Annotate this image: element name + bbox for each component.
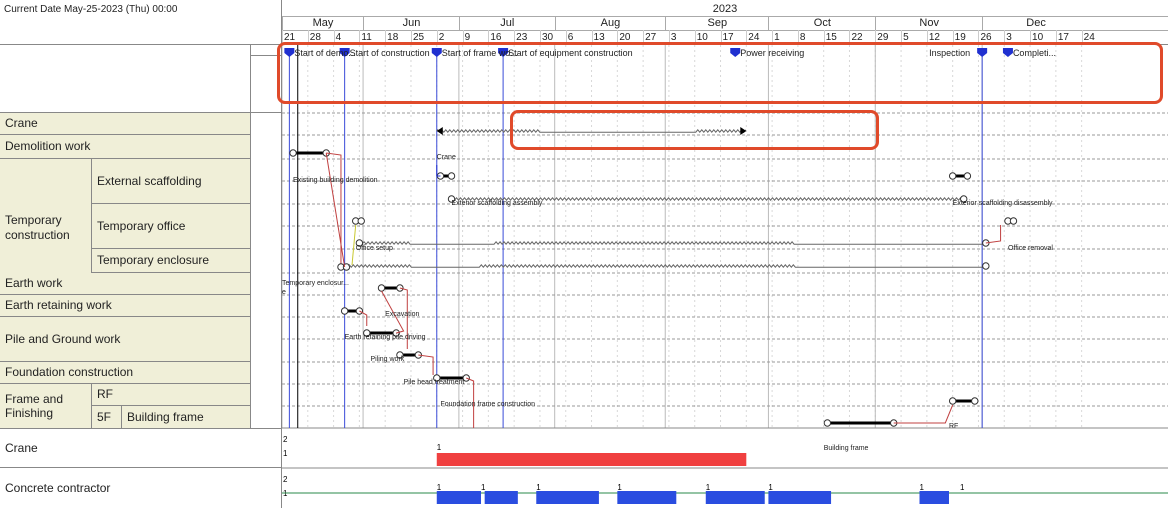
- gantt-app: Current Date May-25-2023 (Thu) 00:00 202…: [0, 0, 1168, 508]
- row-label-office[interactable]: Temporary office: [92, 204, 250, 249]
- task-node: [392, 329, 400, 337]
- dependency-arrow: [418, 354, 434, 375]
- row-label-frame[interactable]: Frame and Finishing: [0, 384, 92, 428]
- resource-tick: 1: [283, 449, 288, 458]
- resource-bar-label: 1: [768, 483, 773, 492]
- row-label-foundation[interactable]: Foundation construction: [0, 362, 250, 384]
- resource-bar: [768, 491, 832, 504]
- resource-bar-label: 1: [437, 483, 442, 492]
- timeline-header: 2023 May Jun Jul Aug Sep Oct Nov Dec 21 28 4 11 18 2…: [282, 0, 1168, 45]
- resource-tick: 2: [283, 435, 288, 444]
- resource-bar: [436, 453, 747, 466]
- task-node: [363, 329, 371, 337]
- row-label-enclosure[interactable]: Temporary enclosure: [92, 249, 250, 273]
- task-node: [340, 307, 349, 315]
- task-node: [377, 284, 386, 292]
- task-node: [355, 239, 364, 247]
- current-date: Current Date May-25-2023 (Thu) 00:00: [4, 4, 178, 15]
- resource-bar: [705, 491, 765, 504]
- month-sep: Sep: [665, 16, 768, 30]
- resource-bar-label: 1: [617, 483, 622, 492]
- task-node: [447, 172, 456, 180]
- resource-bar-label: 1: [536, 483, 541, 492]
- row-label-earth[interactable]: Earth work: [0, 273, 250, 295]
- resource-bar: [484, 491, 518, 504]
- month-may: May: [282, 16, 363, 30]
- row-label-demolition[interactable]: Demolition work: [0, 135, 250, 159]
- crane-highlight: [510, 110, 879, 150]
- task-node: [823, 419, 832, 427]
- year-label: 2023: [712, 3, 738, 15]
- task-node: [433, 374, 441, 382]
- task-node: [948, 397, 957, 405]
- task-node: [289, 149, 297, 157]
- resource-bar-label: 1: [920, 483, 925, 492]
- task-node: [447, 195, 456, 203]
- row-label-table: Crane Demolition work Temporary construc…: [0, 45, 282, 428]
- task-node: [357, 217, 365, 225]
- dependency-arrow: [325, 152, 346, 268]
- float-line: [347, 264, 986, 268]
- month-jul: Jul: [458, 16, 555, 30]
- dependency-arrow: [399, 287, 408, 349]
- task-node: [1009, 217, 1018, 225]
- task-node: [982, 262, 990, 270]
- resource-bar-label: 1: [706, 483, 711, 492]
- resource-label-concrete[interactable]: Concrete contractor: [0, 468, 282, 508]
- current-date-cell: Current Date May-25-2023 (Thu) 00:00: [0, 0, 282, 45]
- task-node: [396, 284, 404, 292]
- month-dec: Dec: [982, 16, 1089, 30]
- resource-tick: 2: [283, 475, 288, 484]
- resource-bar: [617, 491, 677, 504]
- row-label-pile[interactable]: Pile and Ground work: [0, 317, 250, 362]
- resource-bar-label: 1: [481, 483, 486, 492]
- task-node: [971, 397, 979, 405]
- milestone-highlight: [277, 42, 1163, 104]
- row-label-5f[interactable]: 5F: [92, 406, 122, 428]
- resource-bar: [536, 491, 599, 504]
- row-label-retaining[interactable]: Earth retaining work: [0, 295, 250, 317]
- dependency-arrow: [351, 224, 357, 266]
- task-node: [396, 351, 404, 359]
- task-node: [963, 172, 972, 180]
- resource-bar-label: 1: [437, 443, 442, 452]
- float-line: [451, 197, 965, 201]
- month-nov: Nov: [875, 16, 982, 30]
- month-jun: Jun: [363, 16, 459, 30]
- resource-bar: [436, 491, 481, 504]
- resource-bar-label: 1: [960, 483, 965, 492]
- month-aug: Aug: [554, 16, 666, 30]
- row-label-building-frame[interactable]: Building frame: [122, 406, 250, 428]
- row-label-crane[interactable]: Crane: [0, 113, 250, 135]
- task-node: [960, 195, 968, 203]
- crane-arrow-start-icon: [436, 127, 443, 135]
- resource-bar: [919, 491, 949, 504]
- dependency-arrow: [893, 404, 954, 424]
- row-label-rf[interactable]: RF: [92, 384, 250, 406]
- row-label-external[interactable]: External scaffolding: [92, 159, 250, 204]
- task-node: [948, 172, 957, 180]
- month-oct: Oct: [768, 16, 875, 30]
- float-line: [362, 241, 987, 245]
- months-row: May Jun Jul Aug Sep Oct Nov Dec: [282, 16, 1168, 30]
- dependency-arrow: [466, 377, 475, 428]
- resource-label-crane[interactable]: Crane: [0, 428, 282, 468]
